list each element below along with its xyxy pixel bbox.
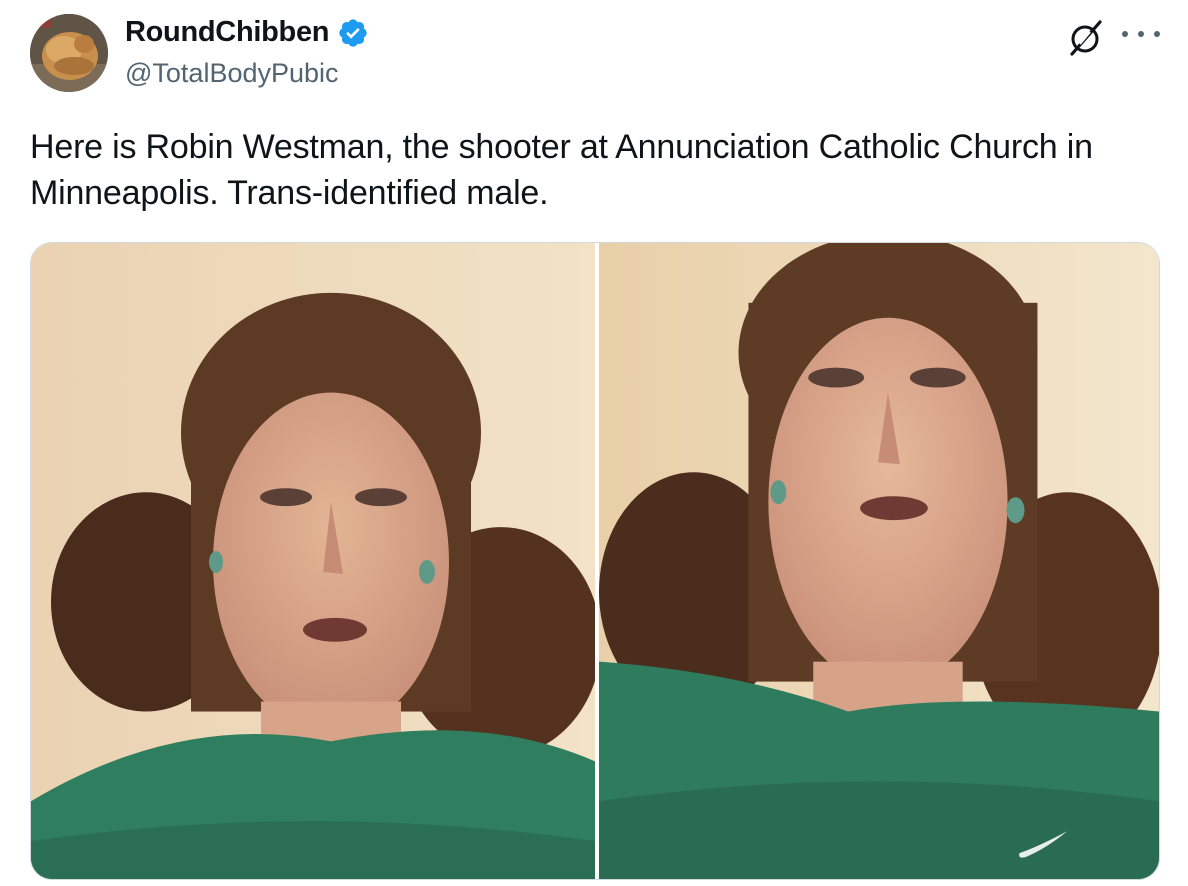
author-handle[interactable]: @TotalBodyPubic [125, 58, 339, 89]
more-options-icon[interactable] [1122, 20, 1160, 48]
grok-icon[interactable] [1066, 18, 1106, 58]
author-name-row: RoundChibben [125, 16, 369, 49]
chicken-avatar-image [30, 14, 108, 92]
tweet: RoundChibben @TotalBodyPubic Here is Rob… [0, 0, 1188, 886]
verified-badge-icon[interactable] [337, 17, 369, 49]
photo-1[interactable] [31, 243, 595, 879]
photo-2[interactable] [599, 243, 1159, 879]
tweet-text: Here is Robin Westman, the shooter at An… [30, 128, 1093, 212]
author-avatar[interactable] [30, 14, 108, 92]
author-display-name[interactable]: RoundChibben [125, 16, 329, 49]
photo-1-image [31, 243, 595, 879]
photo-2-image [599, 243, 1159, 879]
media-grid [30, 242, 1160, 880]
